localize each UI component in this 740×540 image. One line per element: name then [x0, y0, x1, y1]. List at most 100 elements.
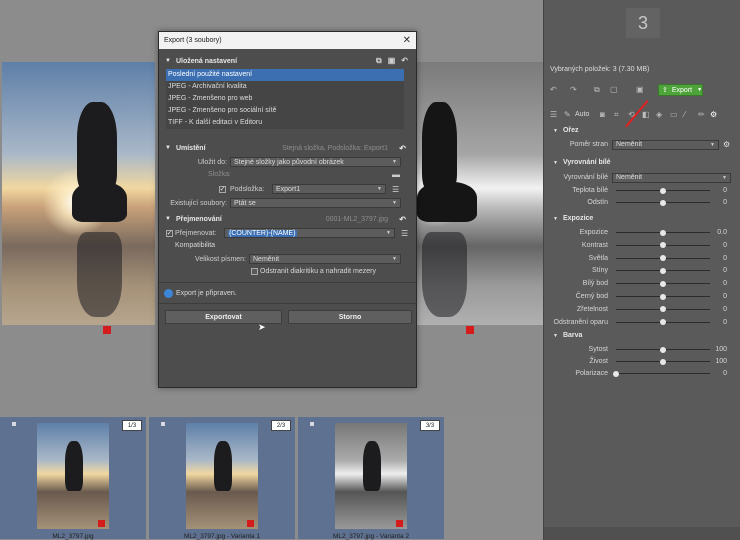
- slider-handle[interactable]: [660, 358, 666, 365]
- menu-icon[interactable]: ☰: [550, 110, 557, 119]
- preset-item[interactable]: JPEG - Zmenšeno pro sociální sítě: [166, 105, 404, 117]
- gear-icon[interactable]: ⚙: [723, 140, 730, 149]
- slider-track[interactable]: [616, 306, 710, 313]
- slider-value[interactable]: 0: [723, 280, 727, 287]
- preset-item[interactable]: JPEG - Zmenšeno pro web: [166, 93, 404, 105]
- white-balance-select[interactable]: Neměnit ▼: [612, 172, 731, 183]
- filmstrip-thumbnail[interactable]: ◙ 1/3 ML2_3797.jpg: [0, 417, 146, 540]
- slider-value[interactable]: 0: [723, 306, 727, 313]
- copy-icon[interactable]: ⧉: [594, 85, 600, 95]
- existing-files-select[interactable]: Ptát se ▼: [230, 198, 401, 208]
- undo-icon[interactable]: ↶: [399, 144, 406, 153]
- rename-pattern-input[interactable]: {COUNTER}-{NAME} ▼: [224, 228, 395, 238]
- slider-track[interactable]: [616, 199, 710, 206]
- slider-track[interactable]: [616, 358, 710, 365]
- preset-item[interactable]: JPEG - Archivační kvalita: [166, 81, 404, 93]
- slider-label: Polarizace: [575, 370, 608, 377]
- slider-handle[interactable]: [660, 280, 666, 287]
- slider-value[interactable]: 0: [723, 187, 727, 194]
- exposure-header[interactable]: ▼ Expozice: [544, 213, 740, 224]
- white-balance-header[interactable]: ▼ Vyrovnání bílé: [544, 157, 740, 168]
- share-icon[interactable]: ⧉: [376, 56, 382, 66]
- location-header[interactable]: ▼ Umístění Stejná složka, Podsložka: Exp…: [159, 142, 416, 154]
- photo-color[interactable]: [2, 62, 155, 325]
- auto-button[interactable]: Auto: [575, 111, 589, 118]
- crop-icon[interactable]: ⌗: [614, 110, 619, 120]
- letter-case-select[interactable]: Neměnit ▼: [249, 254, 401, 264]
- levels-icon[interactable]: ◧: [642, 110, 650, 119]
- folder-icon[interactable]: ▬: [392, 170, 400, 179]
- slider-handle[interactable]: [660, 267, 666, 274]
- slider-track[interactable]: [616, 280, 710, 287]
- rename-header[interactable]: ▼ Přejmenování 0001-ML2_3797.jpg ↶: [159, 213, 416, 225]
- save-icon[interactable]: ▣: [388, 56, 396, 66]
- redo-icon[interactable]: ↷: [570, 85, 577, 94]
- slider-value[interactable]: 0: [723, 267, 727, 274]
- cancel-button[interactable]: Storno: [288, 310, 412, 324]
- slider-track[interactable]: [616, 242, 710, 249]
- color-header[interactable]: ▼ Barva: [544, 330, 740, 341]
- preset-item[interactable]: Poslední použité nastavení: [166, 69, 404, 81]
- chevron-down-icon: ▼: [553, 159, 558, 166]
- subfolder-checkbox[interactable]: ✓: [219, 185, 226, 193]
- dialog-titlebar[interactable]: Export (3 soubory) ✕: [159, 32, 416, 49]
- camera-icon[interactable]: ◙: [600, 110, 605, 119]
- slider-track[interactable]: [616, 187, 710, 194]
- slider-value[interactable]: 0: [723, 370, 727, 377]
- slider-track[interactable]: [616, 319, 710, 326]
- frame-icon[interactable]: ▭: [670, 110, 678, 119]
- undo-icon[interactable]: ↶: [399, 215, 406, 224]
- rename-checkbox[interactable]: ✓: [166, 229, 173, 237]
- save-to-select[interactable]: Stejné složky jako původní obrázek ▼: [230, 157, 401, 167]
- brush-icon[interactable]: ⁄: [684, 110, 685, 119]
- panel-export-button[interactable]: ⇪ Export ▼: [658, 84, 703, 96]
- slider-handle[interactable]: [660, 199, 666, 206]
- save-icon[interactable]: ▣: [636, 85, 644, 94]
- aspect-ratio-select[interactable]: Neměnit ▼: [612, 139, 719, 150]
- menu-icon[interactable]: ☰: [401, 229, 408, 238]
- slider-track[interactable]: [613, 370, 710, 377]
- slider-value[interactable]: 0: [723, 199, 727, 206]
- paste-icon[interactable]: ▢: [610, 85, 618, 94]
- gear-icon[interactable]: ⚙: [710, 110, 717, 119]
- slider-value[interactable]: 0: [723, 293, 727, 300]
- slider-value[interactable]: 0: [723, 319, 727, 326]
- thumbnail-image: [37, 423, 109, 529]
- undo-icon[interactable]: ↶: [550, 85, 557, 94]
- wand-icon[interactable]: ✎: [564, 110, 571, 119]
- slider-handle[interactable]: [660, 346, 666, 353]
- slider-track[interactable]: [616, 346, 710, 353]
- chevron-down-icon: ▼: [377, 186, 382, 192]
- slider-value[interactable]: 100: [715, 346, 727, 353]
- menu-icon[interactable]: ☰: [392, 185, 399, 194]
- photo-bw[interactable]: [417, 62, 543, 325]
- slider-track[interactable]: [616, 267, 710, 274]
- color-icon[interactable]: ◈: [656, 110, 662, 119]
- filmstrip-thumbnail[interactable]: ◙ 2/3 ML2_3797.jpg - Varianta 1: [149, 417, 295, 540]
- subfolder-select[interactable]: Export1 ▼: [272, 184, 386, 194]
- slider-handle[interactable]: [660, 306, 666, 313]
- slider-value[interactable]: 0.0: [717, 229, 727, 236]
- slider-handle[interactable]: [660, 293, 666, 300]
- slider-track[interactable]: [616, 255, 710, 262]
- slider-value[interactable]: 0: [723, 255, 727, 262]
- slider-handle[interactable]: [660, 242, 666, 249]
- saved-settings-header[interactable]: ▼ Uložená nastavení ⧉ ▣ ↶: [159, 55, 416, 67]
- pencil-icon[interactable]: ✏: [698, 110, 705, 119]
- diacritics-checkbox[interactable]: [251, 268, 258, 275]
- slider-handle[interactable]: [660, 319, 666, 326]
- rotate-icon[interactable]: ⟲: [628, 110, 635, 119]
- slider-handle[interactable]: [660, 255, 666, 262]
- slider-value[interactable]: 100: [715, 358, 727, 365]
- slider-handle[interactable]: [613, 370, 619, 377]
- close-icon[interactable]: ✕: [403, 35, 411, 46]
- crop-header[interactable]: ▼ Ořez: [544, 125, 740, 136]
- preset-item[interactable]: TIFF - K další editaci v Editoru: [166, 117, 404, 129]
- slider-handle[interactable]: [660, 187, 666, 194]
- undo-icon[interactable]: ↶: [401, 56, 408, 66]
- slider-handle[interactable]: [660, 229, 666, 236]
- slider-track[interactable]: [616, 293, 710, 300]
- filmstrip-thumbnail[interactable]: ◙ 3/3 ML2_3797.jpg - Varianta 2: [298, 417, 444, 540]
- slider-value[interactable]: 0: [723, 242, 727, 249]
- slider-track[interactable]: [616, 229, 710, 236]
